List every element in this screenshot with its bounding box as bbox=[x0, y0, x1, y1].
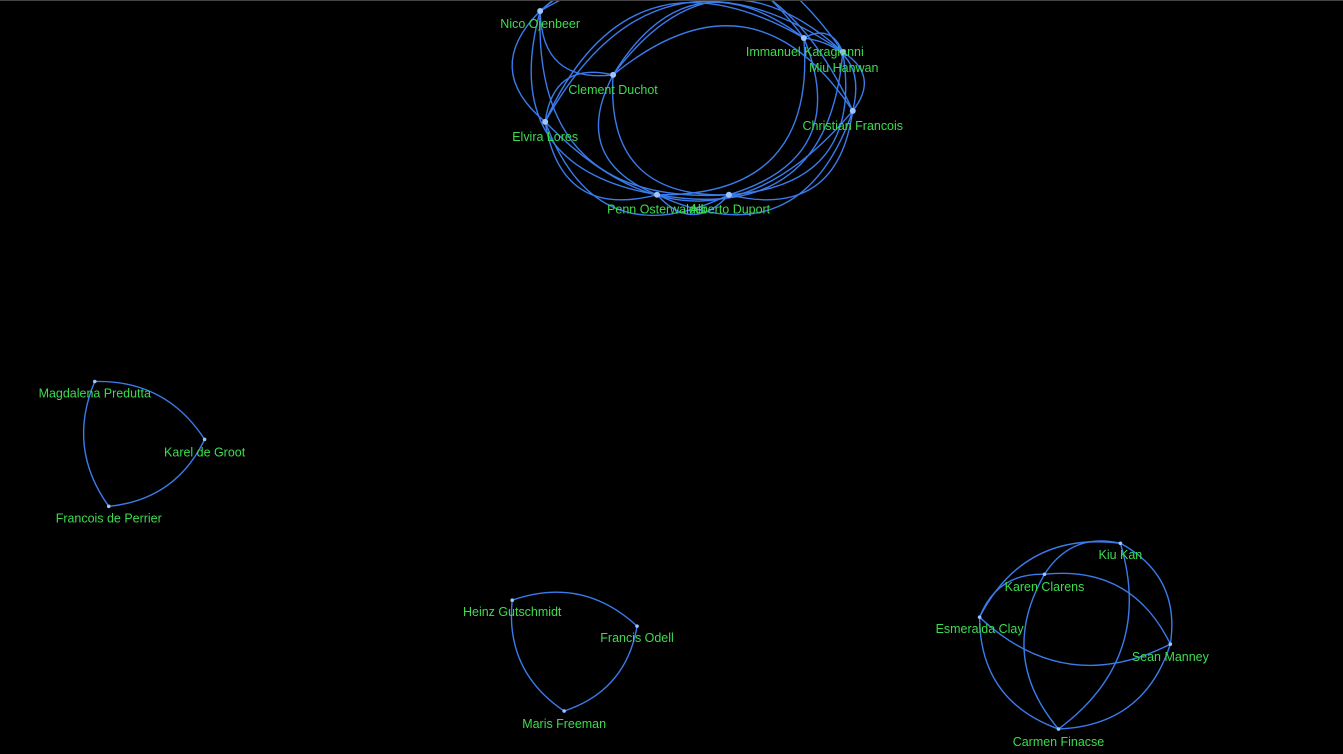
node-karel-de-groot[interactable] bbox=[202, 437, 207, 442]
labels-layer: Nico Ojenbeer Immanuel Karagianni Miu Hanw… bbox=[39, 17, 1210, 749]
node-label-elvira-lores: Elvira Lores bbox=[512, 130, 578, 144]
edges-layer bbox=[82, 1, 1173, 730]
node-label-carmen-finacse: Carmen Finacse bbox=[1013, 735, 1105, 749]
node-label-nico-ojenbeer: Nico Ojenbeer bbox=[500, 17, 580, 31]
node-label-sean-manney: Sean Manney bbox=[1132, 650, 1210, 664]
node-label-heinz-gutschmidt: Heinz Gutschmidt bbox=[463, 605, 562, 619]
node-francois-de-perrier[interactable] bbox=[106, 504, 111, 509]
edge-kiu-kan-carmen-finacse bbox=[1058, 543, 1131, 730]
node-immanuel-karagianni[interactable] bbox=[800, 34, 807, 41]
node-sean-manney[interactable] bbox=[1168, 642, 1173, 646]
node-alberto-duport[interactable] bbox=[725, 191, 732, 198]
edge-immanuel-karagianni-elvira-lores bbox=[544, 1, 805, 123]
node-elvira-lores[interactable] bbox=[542, 118, 549, 125]
node-label-clement-duchot: Clement Duchot bbox=[568, 83, 658, 97]
node-esmeralda-clay[interactable] bbox=[977, 615, 982, 619]
node-label-karen-clarens: Karen Clarens bbox=[1005, 580, 1085, 594]
node-label-francois-de-perrier: Francois de Perrier bbox=[56, 511, 162, 525]
node-label-kiu-kan: Kiu Kan bbox=[1099, 548, 1143, 562]
node-label-alberto-duport: Alberto Duport bbox=[690, 203, 771, 217]
node-francis-odell[interactable] bbox=[635, 624, 639, 628]
node-penn-osterwalder[interactable] bbox=[654, 191, 661, 198]
node-karen-clarens[interactable] bbox=[1042, 572, 1047, 577]
node-nico-ojenbeer[interactable] bbox=[537, 7, 544, 14]
node-kiu-kan[interactable] bbox=[1118, 541, 1123, 546]
node-label-immanuel-karagianni: Immanuel Karagianni bbox=[746, 45, 864, 59]
node-label-magdalena-predutta: Magdalena Predutta bbox=[39, 386, 151, 400]
node-heinz-gutschmidt[interactable] bbox=[510, 598, 515, 603]
node-maris-freeman[interactable] bbox=[562, 709, 566, 713]
node-magdalena-predutta[interactable] bbox=[92, 379, 97, 384]
node-label-francis-odell: Francis Odell bbox=[600, 631, 673, 645]
node-label-esmeralda-clay: Esmeralda Clay bbox=[936, 622, 1025, 636]
node-label-karel-de-groot: Karel de Groot bbox=[164, 445, 246, 459]
node-label-maris-freeman: Maris Freeman bbox=[522, 717, 606, 731]
edge-immanuel-karagianni-clement-duchot bbox=[612, 1, 805, 76]
node-label-miu-hanwan: Miu Hanwan bbox=[809, 61, 878, 75]
node-label-christian-francois: Christian Francois bbox=[803, 119, 903, 133]
edge-immanuel-karagianni-penn-osterwalder bbox=[657, 37, 806, 196]
node-christian-francois[interactable] bbox=[849, 107, 856, 114]
network-graph: Nico Ojenbeer Immanuel Karagianni Miu Hanw… bbox=[0, 0, 1343, 749]
node-carmen-finacse[interactable] bbox=[1056, 727, 1061, 731]
node-clement-duchot[interactable] bbox=[610, 71, 617, 78]
